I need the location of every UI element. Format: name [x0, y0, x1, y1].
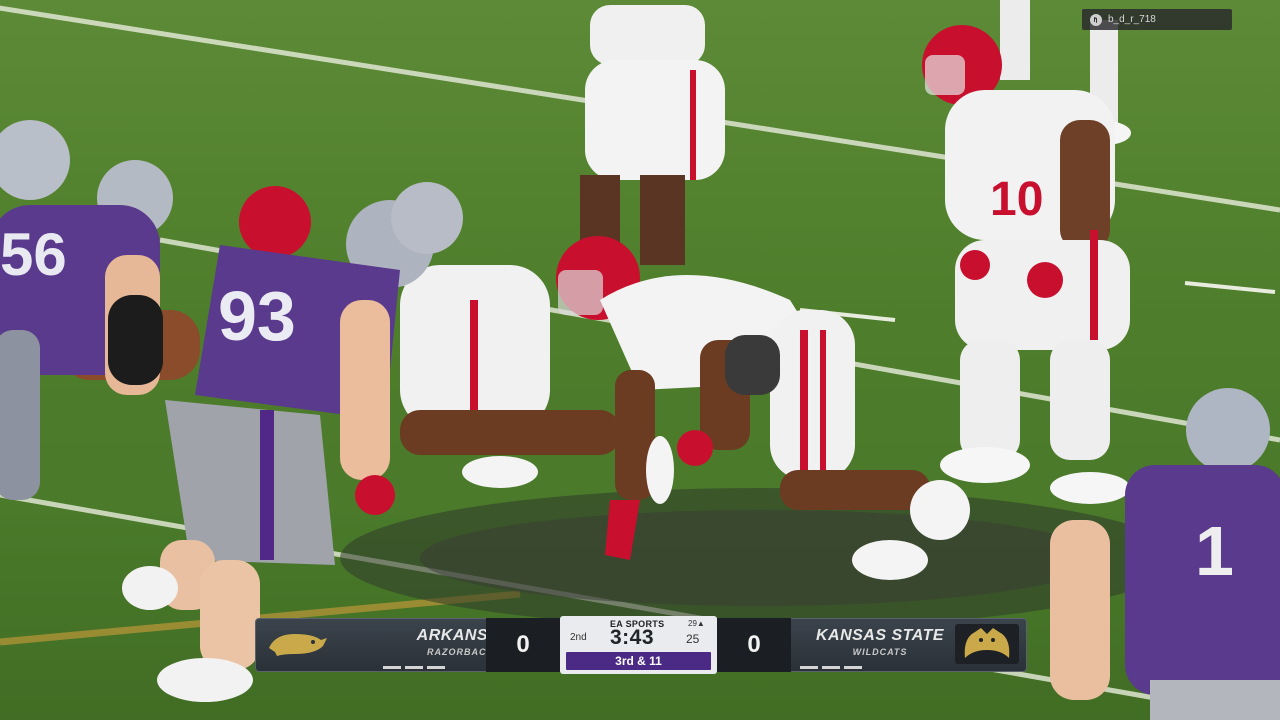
home-score: 0: [717, 618, 791, 672]
svg-text:93: 93: [218, 277, 296, 355]
play-clock: 25: [686, 632, 700, 646]
game-viewport: 10 56 93 1 b_d_r_718 ARKANSAS RAZORBACKS…: [0, 0, 1280, 720]
arkansas-player-back: [580, 5, 725, 265]
home-team-mascot: WILDCATS: [852, 647, 908, 657]
kstate-lineman-56: 56: [0, 120, 173, 500]
scoreboard: ARKANSAS RAZORBACKS 0 EA SPORTS 2nd 3:43…: [255, 616, 1027, 674]
svg-text:56: 56: [0, 221, 67, 288]
down-and-distance: 3rd & 11: [566, 652, 711, 670]
playstation-icon: [1090, 13, 1102, 26]
football-field: 10 56 93 1: [0, 0, 1280, 720]
svg-text:1: 1: [1195, 512, 1234, 590]
svg-text:10: 10: [990, 173, 1043, 226]
away-score: 0: [486, 618, 560, 672]
player-gamertag: b_d_r_718: [1082, 9, 1232, 30]
game-clock-panel: EA SPORTS 2nd 3:43 29▲ 25 3rd & 11: [560, 616, 717, 674]
home-team-name: KANSAS STATE: [815, 627, 945, 644]
play-indicator: 29▲: [688, 619, 705, 628]
gamertag-name: b_d_r_718: [1108, 14, 1156, 25]
away-timeouts: [383, 666, 445, 669]
wildcat-logo: [955, 624, 1019, 664]
home-timeouts: [800, 666, 862, 669]
home-team: KANSAS STATE WILDCATS: [805, 626, 955, 658]
quarter: 2nd: [570, 632, 587, 643]
razorback-logo: [265, 624, 329, 664]
game-clock: 3:43: [610, 626, 655, 649]
